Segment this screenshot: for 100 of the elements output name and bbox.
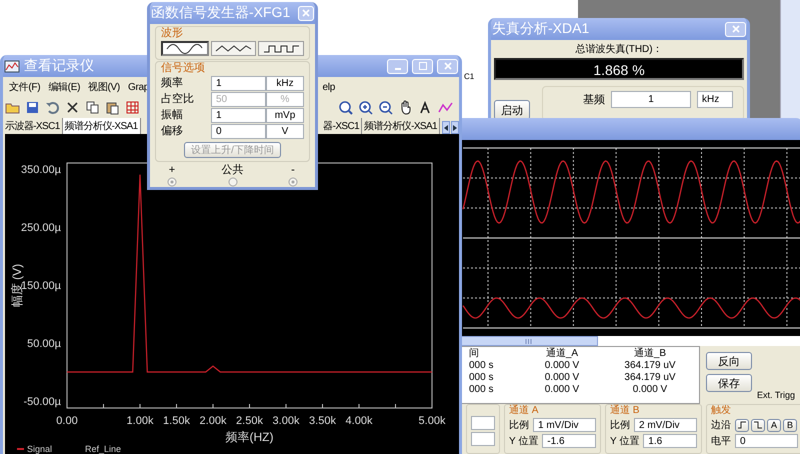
y-tick-label: 350.00µ bbox=[21, 164, 61, 176]
terminal-label: 公共 bbox=[222, 164, 244, 176]
input-field[interactable]: 1 bbox=[211, 108, 266, 123]
table-cell-text: 000 s bbox=[469, 360, 494, 372]
scroll-left-button[interactable] bbox=[442, 121, 450, 134]
zoom-in-icon[interactable] bbox=[358, 100, 373, 115]
menu-item[interactable]: 文件(F) bbox=[9, 80, 40, 94]
terminal-label: + bbox=[168, 164, 176, 176]
field-label: Y 位置 bbox=[610, 434, 640, 448]
close-icon bbox=[732, 25, 740, 33]
window-title: 失真分析-XDA1 bbox=[492, 20, 590, 38]
right-arrow-icon bbox=[453, 124, 457, 130]
undo-icon[interactable] bbox=[45, 100, 60, 115]
column-header: 通道_A bbox=[544, 348, 580, 360]
square-wave-icon bbox=[262, 44, 300, 54]
group-title: 通道 B bbox=[610, 405, 640, 416]
input-field[interactable]: 0 bbox=[735, 434, 798, 448]
input-field[interactable]: 1 mV/Div bbox=[533, 418, 596, 432]
input-field[interactable] bbox=[471, 416, 495, 430]
scrollbar[interactable] bbox=[780, 0, 800, 120]
falling-edge-icon bbox=[754, 421, 762, 429]
group-title: 通道 A bbox=[509, 405, 540, 416]
field-label: 占空比 bbox=[161, 93, 195, 106]
action-button[interactable]: 保存 bbox=[706, 374, 752, 392]
y-tick-label: 50.00µ bbox=[27, 338, 61, 350]
legend-label: Signal bbox=[27, 444, 52, 454]
delete-icon[interactable] bbox=[65, 100, 80, 115]
table-cell-text: 0.000 V bbox=[544, 384, 580, 396]
chart-icon[interactable] bbox=[438, 100, 453, 115]
left-arrow-icon bbox=[444, 124, 448, 130]
column-header: 通道_B bbox=[632, 348, 668, 360]
waveform-button[interactable] bbox=[210, 41, 256, 56]
field-label: Y 位置 bbox=[509, 434, 538, 448]
zoom-icon[interactable] bbox=[338, 100, 353, 115]
x-axis-title: 频率(HZ) bbox=[226, 430, 274, 444]
close-icon bbox=[444, 62, 452, 70]
window-title: 函数信号发生器-XFG1 bbox=[151, 4, 290, 22]
legend-label: Ref_Line bbox=[85, 444, 122, 454]
table-cell-text: 364.179 uV bbox=[623, 360, 677, 372]
unit-field[interactable]: kHz bbox=[697, 91, 733, 108]
y-tick-label: 250.00µ bbox=[21, 222, 61, 234]
menu-item[interactable]: 视图(V) bbox=[88, 80, 120, 94]
terminal-label: - bbox=[291, 164, 295, 176]
menu-item[interactable]: 编辑(E) bbox=[48, 80, 80, 94]
zoom-out-icon[interactable] bbox=[378, 100, 393, 115]
tab[interactable]: 示波器-XSC1 bbox=[3, 118, 63, 134]
scroll-right-button[interactable] bbox=[451, 121, 459, 134]
group-title: 信号选项 bbox=[161, 62, 206, 75]
group-title: 波形 bbox=[161, 27, 184, 40]
input-field: 50 bbox=[211, 92, 266, 107]
field-label: 电平 bbox=[711, 434, 731, 448]
field-label: 比例 bbox=[509, 418, 529, 432]
source-button[interactable]: B bbox=[783, 418, 797, 432]
copy-icon[interactable] bbox=[85, 100, 100, 115]
trigger-label: Ext. Trigg bbox=[757, 390, 796, 400]
group-title: 触发 bbox=[711, 405, 732, 416]
input-field[interactable]: 1 bbox=[611, 91, 691, 108]
tab[interactable]: 频谱分析仪-XSA1 bbox=[62, 118, 141, 134]
action-button[interactable]: 反向 bbox=[706, 352, 752, 370]
input-field[interactable]: 2 mV/Div bbox=[634, 418, 697, 432]
thd-label: 总谐波失真(THD)： bbox=[574, 42, 664, 56]
x-tick-label: 3.50k bbox=[309, 415, 336, 427]
close-icon bbox=[302, 9, 310, 17]
tab[interactable]: 器-XSC1 bbox=[321, 118, 362, 134]
falling-edge-button[interactable] bbox=[751, 418, 765, 432]
input-field[interactable]: 1.6 bbox=[643, 434, 697, 448]
tab[interactable]: 频谱分析仪-XSA1 bbox=[362, 118, 440, 134]
source-button[interactable]: A bbox=[767, 418, 781, 432]
unit-field[interactable]: kHz bbox=[266, 76, 304, 91]
sine-wave-icon bbox=[166, 44, 204, 54]
save-icon[interactable] bbox=[25, 100, 40, 115]
x-tick-label: 0.00 bbox=[56, 415, 78, 427]
paste-icon[interactable] bbox=[105, 100, 120, 115]
field-label: 边沿 bbox=[711, 418, 731, 432]
unit-field: % bbox=[266, 92, 304, 107]
rising-edge-button[interactable] bbox=[735, 418, 749, 432]
triangle-wave-icon bbox=[215, 44, 252, 54]
grid-icon[interactable] bbox=[125, 100, 140, 115]
x-tick-label: 2.50k bbox=[236, 415, 263, 427]
grapher-icon bbox=[4, 59, 20, 73]
input-field[interactable]: -1.6 bbox=[542, 434, 596, 448]
unit-field[interactable]: V bbox=[266, 124, 304, 139]
field-label: 比例 bbox=[610, 418, 630, 432]
unit-field[interactable]: mVp bbox=[266, 108, 304, 123]
maximize-icon bbox=[418, 62, 426, 70]
input-field[interactable]: 1 bbox=[211, 76, 266, 91]
input-field[interactable]: 0 bbox=[211, 124, 266, 139]
input-field[interactable] bbox=[471, 432, 495, 446]
thd-display: 1.868 % bbox=[494, 58, 744, 80]
rising-edge-icon bbox=[738, 421, 746, 429]
table-cell-text: 0.000 V bbox=[544, 372, 580, 384]
menu-item[interactable]: elp bbox=[322, 82, 335, 92]
table-cell-text: 364.179 uV bbox=[623, 372, 677, 384]
y-tick-label: 150.00µ bbox=[21, 280, 61, 292]
table-cell-text: 000 s bbox=[469, 372, 494, 384]
waveform-button[interactable] bbox=[258, 41, 304, 56]
field-label: 振幅 bbox=[161, 109, 184, 122]
table-cell-text: 0.000 V bbox=[544, 360, 580, 372]
waveform-button[interactable] bbox=[161, 41, 209, 56]
start-button[interactable]: 启动 bbox=[494, 100, 530, 120]
